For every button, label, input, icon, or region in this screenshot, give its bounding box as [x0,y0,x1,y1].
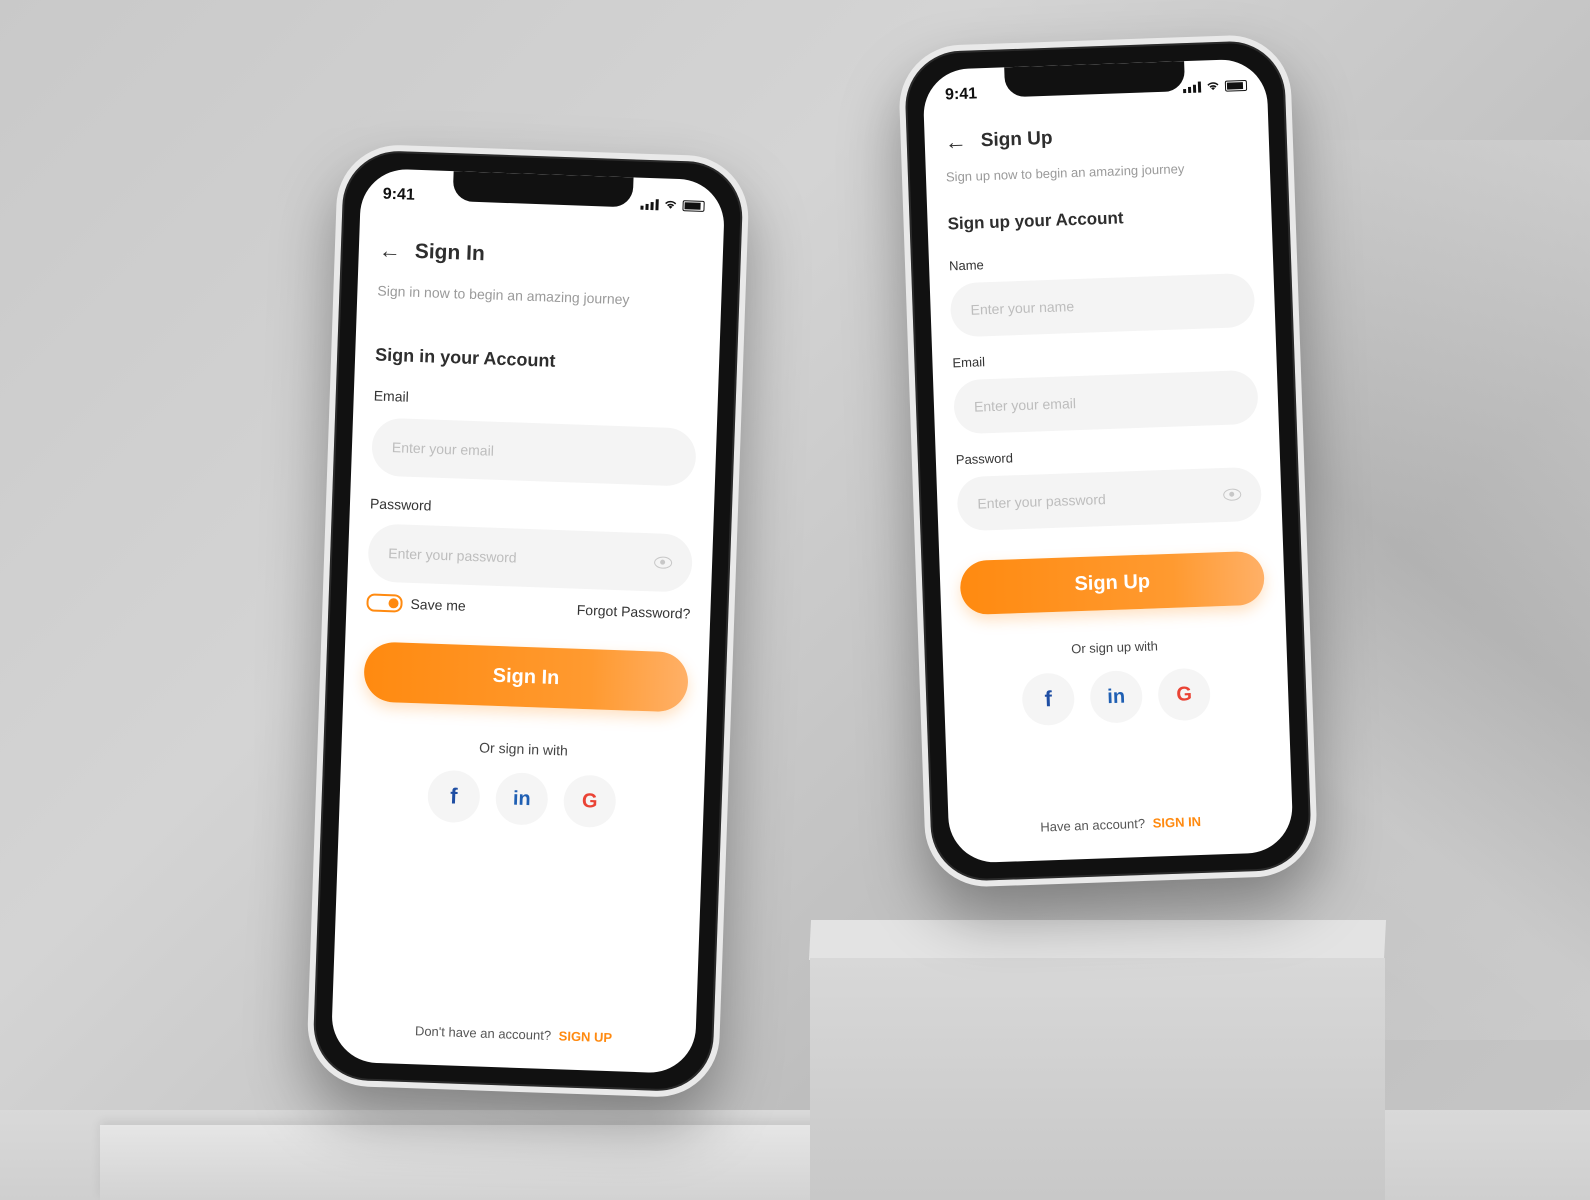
back-arrow-icon[interactable]: ← [944,129,967,155]
phone-signin: 9:41 ← Sign In Sign in now to begin an a… [305,143,751,1099]
password-label: Password [369,495,432,514]
signin-screen: 9:41 ← Sign In Sign in now to begin an a… [330,167,726,1075]
password-field[interactable]: Enter your password [367,523,694,593]
signup-screen: 9:41 ← Sign Up Sign up now to begin an a… [922,58,1294,864]
social-buttons: f in G [359,767,685,830]
footer-text: Have an account? [1040,815,1146,835]
signal-icon [1183,81,1202,93]
signin-header: ← Sign In [378,238,703,274]
phone-signup: 9:41 ← Sign Up Sign up now to begin an a… [897,33,1319,889]
battery-icon [1224,79,1248,92]
signin-button[interactable]: Sign In [363,641,689,713]
eye-icon[interactable] [653,556,673,569]
section-title: Sign up your Account [947,208,1124,234]
status-bar: 9:41 [945,75,1248,106]
facebook-icon[interactable]: f [1021,672,1076,727]
wifi-icon [1207,82,1219,91]
page-subtitle: Sign up now to begin an amazing journey [945,161,1185,185]
password-placeholder: Enter your password [977,491,1107,512]
pedestal-right [810,958,1385,1200]
signup-footer: Have an account? SIGN IN [949,811,1293,838]
google-icon[interactable]: G [1157,667,1212,722]
signup-content: ← Sign Up Sign up now to begin an amazin… [944,121,1269,728]
status-time: 9:41 [382,185,416,204]
signin-footer: Don't have an account? SIGN UP [331,1020,695,1048]
options-row: Save me Forgot Password? [366,593,691,622]
facebook-icon[interactable]: f [426,769,481,824]
email-label: Email [952,354,986,371]
google-icon[interactable]: G [562,774,617,829]
email-field[interactable]: Enter your email [953,369,1259,435]
password-label: Password [955,450,1014,468]
save-me-toggle[interactable] [366,593,403,613]
section-title: Sign in your Account [374,344,556,371]
or-divider-text: Or sign up with [1070,638,1159,657]
linkedin-icon[interactable]: in [494,772,549,826]
page-title: Sign In [414,239,486,266]
status-time: 9:41 [944,85,978,104]
password-placeholder: Enter your password [388,545,517,566]
linkedin-icon[interactable]: in [1089,669,1144,724]
save-me-label: Save me [410,595,467,614]
email-label: Email [373,387,410,405]
forgot-password-link[interactable]: Forgot Password? [577,602,691,622]
wifi-icon [665,200,677,209]
email-placeholder: Enter your email [391,439,495,459]
signin-content: ← Sign In Sign in now to begin an amazin… [359,238,703,831]
eye-icon[interactable] [1223,488,1242,501]
email-field[interactable]: Enter your email [370,417,697,487]
email-placeholder: Enter your email [973,395,1077,415]
pedestal-right-top [808,920,1387,960]
status-bar: 9:41 [382,185,705,216]
signin-link[interactable]: SIGN IN [1152,814,1201,831]
page-subtitle: Sign in now to begin an amazing journey [377,282,630,308]
or-divider-text: Or sign in with [478,739,569,759]
signal-icon [640,198,659,210]
signup-button[interactable]: Sign Up [959,550,1266,616]
name-field[interactable]: Enter your name [949,272,1256,338]
page-title: Sign Up [980,127,1053,152]
signup-header: ← Sign Up [944,121,1249,155]
name-label: Name [948,257,985,274]
social-buttons: f in G [963,666,1269,729]
footer-text: Don't have an account? [414,1023,552,1044]
back-arrow-icon[interactable]: ← [378,238,401,264]
password-field[interactable]: Enter your password [956,466,1263,532]
signup-link[interactable]: SIGN UP [558,1028,612,1045]
name-placeholder: Enter your name [970,298,1075,318]
battery-icon [682,199,705,212]
